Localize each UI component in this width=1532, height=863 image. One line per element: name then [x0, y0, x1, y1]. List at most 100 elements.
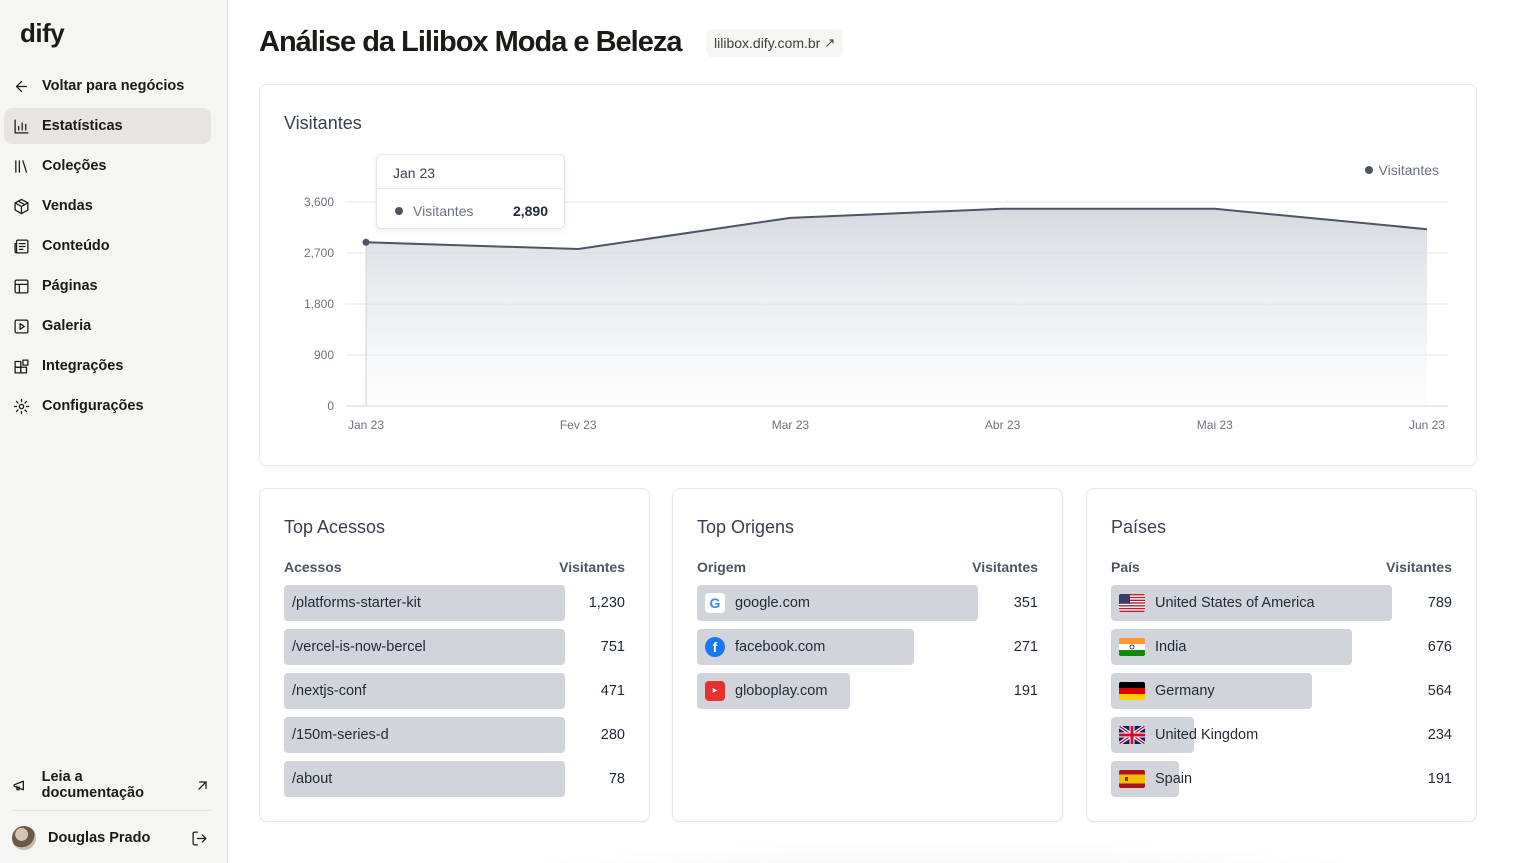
row-label: United Kingdom — [1111, 726, 1428, 744]
list-item[interactable]: /vercel-is-now-bercel 751 — [284, 629, 625, 665]
card-title: Países — [1111, 517, 1167, 537]
chart-tooltip: Jan 23 Visitantes 2,890 — [376, 154, 565, 229]
x-tick-label: Mar 23 — [772, 418, 810, 432]
list-item[interactable]: G google.com 351 — [697, 585, 1038, 621]
facebook-icon: f — [705, 637, 725, 657]
series-area — [366, 208, 1427, 406]
row-value: 564 — [1427, 683, 1452, 699]
sidebar-nav: Voltar para negócios Estatísticas Coleçõ… — [4, 68, 211, 428]
list-item[interactable]: United Kingdom 234 — [1111, 717, 1452, 753]
uk-flag-icon — [1119, 726, 1145, 744]
row-label: ▶ globoplay.com — [697, 681, 1014, 701]
tooltip-value: 2,890 — [512, 203, 548, 219]
germany-flag-icon — [1119, 682, 1145, 700]
list-item[interactable]: /nextjs-conf 471 — [284, 673, 625, 709]
site-link[interactable]: lilibox.dify.com.br ↗ — [706, 29, 844, 57]
row-label: Spain — [1111, 770, 1428, 788]
sidebar-item-label: Configurações — [42, 398, 144, 414]
chart-title: Visitantes — [284, 113, 362, 133]
sidebar-item-label: Páginas — [42, 278, 98, 294]
list-item[interactable]: /about 78 — [284, 761, 625, 797]
list-item[interactable]: ▶ globoplay.com 191 — [697, 673, 1038, 709]
list-item[interactable]: /platforms-starter-kit 1,230 — [284, 585, 625, 621]
tooltip-date: Jan 23 — [377, 155, 564, 189]
x-tick-label: Fev 23 — [560, 418, 597, 432]
row-text: facebook.com — [735, 639, 826, 655]
card-title: Top Origens — [697, 517, 795, 537]
row-label: India — [1111, 638, 1428, 656]
list-item[interactable]: /150m-series-d 280 — [284, 717, 625, 753]
us-flag-icon — [1119, 594, 1145, 612]
google-icon: G — [705, 593, 725, 613]
list-header: País Visitantes — [1111, 559, 1452, 575]
y-tick-label: 3,600 — [304, 195, 334, 209]
blocks-icon — [12, 357, 30, 375]
user-profile[interactable]: Douglas Prado — [12, 822, 211, 854]
play-square-icon — [12, 317, 30, 335]
list-item[interactable]: f facebook.com 271 — [697, 629, 1038, 665]
docs-link[interactable]: Leia a documentação — [4, 767, 211, 803]
row-label: /150m-series-d — [292, 727, 389, 743]
sidebar-item-colecoes[interactable]: Coleções — [4, 148, 211, 184]
column-header: Visitantes — [972, 559, 1038, 575]
back-to-businesses-link[interactable]: Voltar para negócios — [4, 68, 211, 104]
sidebar-item-label: Coleções — [42, 158, 107, 174]
page-title: Análise da Lilibox Moda e Beleza — [259, 26, 682, 58]
list-item[interactable]: India 676 — [1111, 629, 1452, 665]
visitors-chart-card: 0 900 1,800 2,700 3,600 Jan 23 Fev 23 Mar 23 Abr… — [259, 84, 1477, 466]
list-rows: G google.com 351 f facebook.com 271 ▶ gl… — [697, 585, 1038, 717]
list-rows: /platforms-starter-kit 1,230 /vercel-is-… — [284, 585, 625, 805]
arrow-left-icon — [12, 77, 30, 95]
avatar — [12, 826, 36, 850]
newspaper-icon — [12, 237, 30, 255]
settings-icon — [12, 397, 30, 415]
row-value: 1,230 — [588, 595, 625, 611]
paises-card: Países País Visitantes United States of … — [1086, 488, 1477, 822]
list-header: Origem Visitantes — [697, 559, 1038, 575]
sidebar-item-configuracoes[interactable]: Configurações — [4, 388, 211, 424]
logout-icon[interactable] — [187, 826, 211, 850]
list-header: Acessos Visitantes — [284, 559, 625, 575]
row-value: 191 — [1427, 771, 1452, 787]
tooltip-label: Visitantes — [413, 203, 474, 219]
row-text: India — [1155, 639, 1187, 655]
y-tick-label: 1,800 — [304, 297, 334, 311]
list-rows: United States of America 789 India 676 G… — [1111, 585, 1452, 805]
sidebar-item-integracoes[interactable]: Integrações — [4, 348, 211, 384]
external-arrow-icon: ↗ — [824, 35, 836, 50]
row-value: 191 — [1013, 683, 1038, 699]
globoplay-icon: ▶ — [705, 681, 725, 701]
logo[interactable]: dify — [20, 18, 65, 49]
megaphone-icon — [12, 777, 30, 794]
sidebar-item-vendas[interactable]: Vendas — [4, 188, 211, 224]
spain-flag-icon — [1119, 770, 1145, 788]
list-item[interactable]: Spain 191 — [1111, 761, 1452, 797]
row-label: Germany — [1111, 682, 1428, 700]
row-value: 789 — [1427, 595, 1452, 611]
sidebar-item-galeria[interactable]: Galeria — [4, 308, 211, 344]
row-label: /about — [292, 771, 333, 787]
sidebar: dify Voltar para negócios Estatísticas C… — [0, 0, 228, 863]
chart-legend[interactable]: Visitantes — [1364, 162, 1439, 178]
row-text: Germany — [1155, 683, 1215, 699]
row-label: /vercel-is-now-bercel — [292, 639, 426, 655]
row-text: Spain — [1155, 771, 1193, 787]
row-label: /nextjs-conf — [292, 683, 367, 699]
sidebar-item-label: Estatísticas — [42, 118, 123, 134]
x-tick-label: Jan 23 — [348, 418, 384, 432]
tooltip-dot — [395, 207, 403, 215]
layout-icon — [12, 277, 30, 295]
top-acessos-card: Top Acessos Acessos Visitantes /platform… — [259, 488, 650, 822]
column-header: Visitantes — [1386, 559, 1452, 575]
x-tick-label: Jun 23 — [1409, 418, 1445, 432]
top-origens-card: Top Origens Origem Visitantes G google.c… — [672, 488, 1063, 822]
sidebar-item-paginas[interactable]: Páginas — [4, 268, 211, 304]
list-item[interactable]: Germany 564 — [1111, 673, 1452, 709]
row-value: 471 — [600, 683, 625, 699]
y-tick-label: 900 — [314, 348, 334, 362]
sidebar-divider — [12, 810, 211, 811]
row-value: 676 — [1427, 639, 1452, 655]
list-item[interactable]: United States of America 789 — [1111, 585, 1452, 621]
sidebar-item-conteudo[interactable]: Conteúdo — [4, 228, 211, 264]
sidebar-item-estatisticas[interactable]: Estatísticas — [4, 108, 211, 144]
